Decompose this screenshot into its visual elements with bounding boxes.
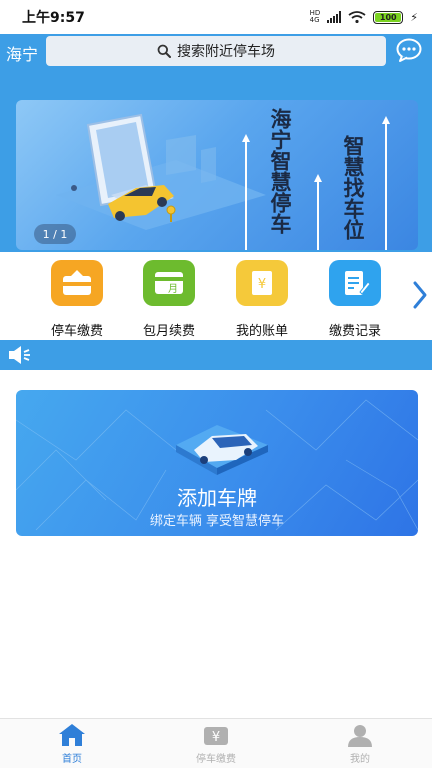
message-icon[interactable] <box>396 38 422 62</box>
speaker-icon <box>9 346 30 364</box>
banner-pager: 1 / 1 <box>34 224 76 244</box>
signal-icon <box>327 11 342 23</box>
tab-label: 我的 <box>350 754 370 765</box>
action-monthly-renew[interactable]: 月 包月续费 <box>124 260 214 339</box>
action-label: 包月续费 <box>142 324 195 339</box>
banner-title-right: 智慧找车位 <box>341 135 365 240</box>
search-bar[interactable]: 搜索附近停车场 <box>46 36 386 66</box>
promo-banner[interactable]: 海宁智慧停车 智慧找车位 1 / 1 <box>16 100 418 250</box>
search-placeholder: 搜索附近停车场 <box>177 44 275 60</box>
battery-icon: 100 <box>373 10 404 24</box>
status-icons: HD 4G 100 ⚡ <box>310 10 418 24</box>
tab-label: 停车缴费 <box>196 754 236 765</box>
record-edit-icon <box>329 260 381 306</box>
svg-text:月: 月 <box>168 283 178 295</box>
add-plate-subtitle: 绑定车辆 享受智慧停车 <box>149 514 285 529</box>
status-bar: 上午9:57 HD 4G 100 ⚡ <box>0 0 432 34</box>
action-label: 我的账单 <box>235 324 288 339</box>
tab-mine[interactable]: 我的 <box>310 723 410 765</box>
user-icon <box>348 725 372 747</box>
action-my-bills[interactable]: ¥ 我的账单 <box>217 260 307 339</box>
hd-icon: HD 4G <box>309 9 321 24</box>
banner-title-left: 海宁智慧停车 <box>268 108 292 234</box>
tab-label: 首页 <box>62 754 82 765</box>
action-pay-records[interactable]: 缴费记录 <box>310 260 400 339</box>
search-icon <box>157 44 171 58</box>
bottom-tab-bar: 首页 ¥ 停车缴费 我的 <box>0 718 432 768</box>
action-parking-pay[interactable]: 停车缴费 <box>32 260 122 339</box>
chevron-right-icon[interactable] <box>412 280 428 310</box>
action-label: 缴费记录 <box>328 324 381 339</box>
svg-text:¥: ¥ <box>212 730 220 745</box>
tab-home[interactable]: 首页 <box>22 723 122 765</box>
quick-actions: 停车缴费 月 包月续费 ¥ 我的账单 缴费记录 <box>0 252 432 340</box>
status-time: 上午9:57 <box>22 10 85 26</box>
add-plate-title: 添加车牌 <box>177 486 257 510</box>
city-selector[interactable]: 海宁 <box>6 41 38 65</box>
wifi-icon <box>348 11 366 23</box>
home-icon <box>59 724 85 746</box>
charging-icon: ⚡ <box>410 10 418 24</box>
svg-text:¥: ¥ <box>258 277 266 292</box>
add-plate-card[interactable]: 添加车牌 绑定车辆 享受智慧停车 <box>16 390 418 536</box>
tab-parking-pay[interactable]: ¥ 停车缴费 <box>166 723 266 765</box>
battery-level: 100 <box>379 12 397 22</box>
notice-bar[interactable] <box>0 340 432 370</box>
yuan-bill-icon: ¥ <box>236 260 288 306</box>
parking-pay-icon: ¥ <box>204 727 228 745</box>
action-label: 停车缴费 <box>50 324 103 339</box>
upload-wallet-icon <box>51 260 103 306</box>
monthly-card-icon: 月 <box>143 260 195 306</box>
